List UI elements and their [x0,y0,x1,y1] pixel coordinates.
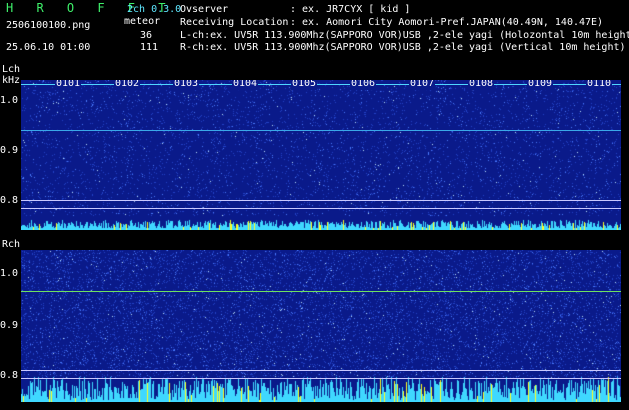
lch-ytick-0.8: 0.8 [0,195,19,206]
lch-spectrogram: 0101 0102 0103 0104 0105 0106 0107 0108 0109 0110 [21,80,621,230]
lch-carrier-line [21,130,621,131]
location-value: : ex. Aomori City Aomori-Pref.JAPAN(40.4… [290,17,604,28]
rch-count: 111 [140,42,159,53]
rch-carrier-line [21,291,621,292]
time-marker-0104: 0104 [232,80,259,90]
observer-label: Ovserver [180,4,229,15]
rch-description: R-ch:ex. UV5R 113.900Mhz(SAPPORO VOR)USB… [180,42,626,53]
mode-label: 2ch 0.3.0 [127,4,182,15]
time-marker-0107: 0107 [409,80,436,90]
time-marker-0102: 0102 [114,80,141,90]
rch-ytick-0.8: 0.8 [0,370,19,381]
rch-label: Rch [2,239,21,250]
lch-description: L-ch:ex. UV5R 113.900Mhz(SAPPORO VOR)USB… [180,30,629,41]
rch-spectrogram-canvas [21,250,621,402]
rch-ytick-1.0: 1.0 [0,268,19,279]
time-marker-0101: 0101 [55,80,82,90]
lch-ref-line-2 [21,208,621,209]
time-marker-0105: 0105 [291,80,318,90]
lch-count: 36 [140,30,153,41]
location-label: Receiving Location [180,17,289,28]
rch-spectrogram [21,250,621,402]
meteor-label: meteor [124,16,161,27]
rch-ref-line-2 [21,378,621,379]
time-marker-0109: 0109 [527,80,554,90]
rch-ytick-0.9: 0.9 [0,320,19,331]
datetime: 25.06.10 01:00 [6,42,91,53]
time-marker-0108: 0108 [468,80,495,90]
lch-ytick-1.0: 1.0 [0,95,19,106]
time-marker-0110: 0110 [586,80,613,90]
khz-unit-label: kHz [2,75,21,86]
time-marker-0103: 0103 [173,80,200,90]
observer-value: : ex. JR7CYX [ kid ] [290,4,411,15]
rch-ref-line-1 [21,370,621,371]
lch-ref-line-1 [21,200,621,201]
time-marker-0106: 0106 [350,80,377,90]
filename: 2506100100.png [6,20,91,31]
lch-ytick-0.9: 0.9 [0,145,19,156]
